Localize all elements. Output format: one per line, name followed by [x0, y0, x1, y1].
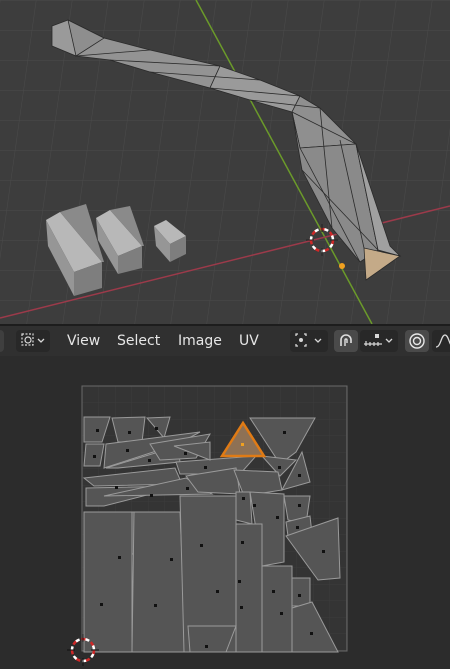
3d-scene[interactable]: [0, 0, 450, 324]
snap-increment-icon: [364, 334, 393, 346]
uv-layout[interactable]: [0, 356, 450, 669]
editor-type-button[interactable]: [0, 330, 4, 352]
snap-toggle-button[interactable]: [334, 330, 358, 352]
menu-image[interactable]: Image: [178, 331, 222, 351]
uv-editor-canvas[interactable]: [0, 356, 450, 669]
snap-magnet-icon: [340, 334, 352, 346]
pivot-point-icon: [295, 333, 322, 347]
3d-viewport[interactable]: [0, 0, 450, 324]
menu-view[interactable]: View: [67, 331, 100, 351]
falloff-curve-icon: [435, 334, 450, 348]
falloff-button[interactable]: [432, 330, 450, 352]
sync-selection-icon: [21, 333, 45, 346]
menu-select[interactable]: Select: [117, 331, 160, 351]
proportional-editing-button[interactable]: [405, 330, 429, 352]
snap-target-button[interactable]: [360, 330, 398, 352]
menu-uv[interactable]: UV: [239, 331, 259, 351]
pivot-point-button[interactable]: [290, 330, 328, 352]
origin-dot-icon: [339, 263, 345, 269]
uv-editor-header: View Select Image UV: [0, 326, 450, 356]
proportional-editing-icon: [409, 333, 425, 349]
sync-selection-button[interactable]: [16, 330, 50, 352]
